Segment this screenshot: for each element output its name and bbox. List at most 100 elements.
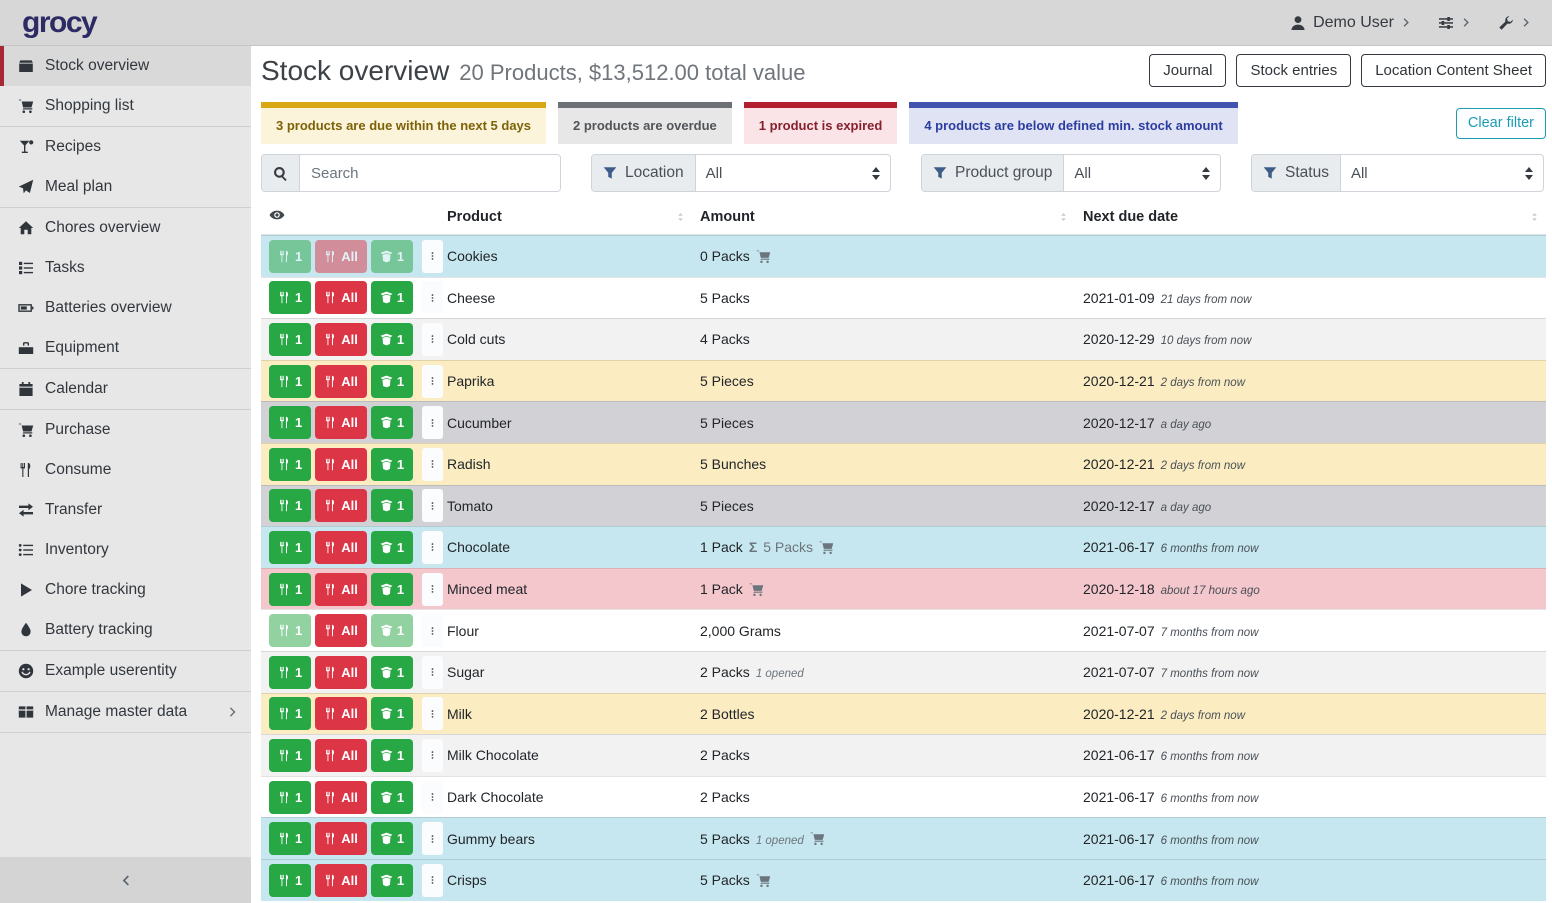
- open-one-button[interactable]: 1: [371, 531, 413, 564]
- app-logo[interactable]: grocy: [22, 6, 96, 40]
- row-menu-button[interactable]: [422, 656, 443, 689]
- row-menu-button[interactable]: [422, 739, 443, 772]
- consume-all-button[interactable]: All: [315, 281, 367, 314]
- consume-all-button[interactable]: All: [315, 781, 367, 814]
- row-menu-button[interactable]: [422, 406, 443, 439]
- sidebar-item-meal-plan[interactable]: Meal plan: [0, 167, 251, 207]
- consume-all-button[interactable]: All: [315, 531, 367, 564]
- row-menu-button[interactable]: [422, 323, 443, 356]
- consume-all-button[interactable]: All: [315, 573, 367, 606]
- consume-all-button[interactable]: All: [315, 489, 367, 522]
- sort-icon[interactable]: [1529, 212, 1540, 223]
- sidebar-item-batteries-overview[interactable]: Batteries overview: [0, 288, 251, 328]
- alert-info[interactable]: 4 products are below defined min. stock …: [909, 102, 1237, 144]
- alert-secondary[interactable]: 2 products are overdue: [558, 102, 732, 144]
- open-one-button[interactable]: 1: [371, 614, 413, 647]
- open-one-button[interactable]: 1: [371, 323, 413, 356]
- open-one-button[interactable]: 1: [371, 781, 413, 814]
- open-one-button[interactable]: 1: [371, 281, 413, 314]
- sidebar-item-purchase[interactable]: Purchase: [0, 410, 251, 450]
- row-menu-button[interactable]: [422, 573, 443, 606]
- row-menu-button[interactable]: [422, 614, 443, 647]
- sidebar-item-stock-overview[interactable]: Stock overview: [0, 46, 251, 86]
- search-input[interactable]: [300, 155, 560, 191]
- sidebar-collapse-button[interactable]: [0, 857, 251, 903]
- open-one-button[interactable]: 1: [371, 573, 413, 606]
- open-one-button[interactable]: 1: [371, 697, 413, 730]
- open-one-button[interactable]: 1: [371, 489, 413, 522]
- sidebar-item-transfer[interactable]: Transfer: [0, 490, 251, 530]
- alert-danger[interactable]: 1 product is expired: [744, 102, 898, 144]
- sidebar-item-inventory[interactable]: Inventory: [0, 530, 251, 570]
- location-select[interactable]: All: [696, 155, 890, 191]
- row-menu-button[interactable]: [422, 822, 443, 855]
- sidebar-item-shopping-list[interactable]: Shopping list: [0, 86, 251, 126]
- eye-icon[interactable]: [269, 207, 285, 223]
- row-menu-button[interactable]: [422, 531, 443, 564]
- sidebar-item-example-userentity[interactable]: Example userentity: [0, 651, 251, 691]
- row-menu-button[interactable]: [422, 240, 443, 273]
- row-menu-button[interactable]: [422, 864, 443, 897]
- consume-all-button[interactable]: All: [315, 323, 367, 356]
- column-header-product[interactable]: Product: [447, 209, 700, 225]
- user-menu[interactable]: Demo User: [1290, 14, 1412, 32]
- open-one-button[interactable]: 1: [371, 365, 413, 398]
- consume-one-button[interactable]: 1: [269, 323, 311, 356]
- consume-one-button[interactable]: 1: [269, 656, 311, 689]
- sidebar-item-consume[interactable]: Consume: [0, 450, 251, 490]
- consume-all-button[interactable]: All: [315, 697, 367, 730]
- consume-one-button[interactable]: 1: [269, 739, 311, 772]
- settings-menu[interactable]: [1438, 15, 1472, 31]
- column-header-due-date[interactable]: Next due date: [1083, 209, 1546, 225]
- consume-all-button[interactable]: All: [315, 240, 367, 273]
- open-one-button[interactable]: 1: [371, 448, 413, 481]
- consume-one-button[interactable]: 1: [269, 864, 311, 897]
- consume-one-button[interactable]: 1: [269, 240, 311, 273]
- consume-one-button[interactable]: 1: [269, 489, 311, 522]
- sort-icon[interactable]: [1058, 212, 1069, 223]
- sidebar-item-equipment[interactable]: Equipment: [0, 328, 251, 368]
- consume-one-button[interactable]: 1: [269, 406, 311, 439]
- row-menu-button[interactable]: [422, 448, 443, 481]
- alert-warning[interactable]: 3 products are due within the next 5 day…: [261, 102, 546, 144]
- row-menu-button[interactable]: [422, 365, 443, 398]
- open-one-button[interactable]: 1: [371, 739, 413, 772]
- consume-all-button[interactable]: All: [315, 739, 367, 772]
- sort-icon[interactable]: [675, 212, 686, 223]
- consume-one-button[interactable]: 1: [269, 697, 311, 730]
- clear-filter-button[interactable]: Clear filter: [1456, 108, 1546, 139]
- consume-one-button[interactable]: 1: [269, 281, 311, 314]
- admin-menu[interactable]: [1498, 15, 1532, 31]
- consume-all-button[interactable]: All: [315, 614, 367, 647]
- sidebar-item-recipes[interactable]: Recipes: [0, 127, 251, 167]
- sidebar-item-battery-tracking[interactable]: Battery tracking: [0, 610, 251, 650]
- sidebar-item-tasks[interactable]: Tasks: [0, 248, 251, 288]
- stock-entries-button[interactable]: Stock entries: [1236, 54, 1351, 87]
- open-one-button[interactable]: 1: [371, 656, 413, 689]
- consume-all-button[interactable]: All: [315, 822, 367, 855]
- open-one-button[interactable]: 1: [371, 240, 413, 273]
- consume-one-button[interactable]: 1: [269, 781, 311, 814]
- sidebar-item-manage-master-data[interactable]: Manage master data: [0, 692, 251, 732]
- location-content-sheet-button[interactable]: Location Content Sheet: [1361, 54, 1546, 87]
- consume-all-button[interactable]: All: [315, 365, 367, 398]
- consume-all-button[interactable]: All: [315, 656, 367, 689]
- row-menu-button[interactable]: [422, 781, 443, 814]
- row-menu-button[interactable]: [422, 697, 443, 730]
- consume-one-button[interactable]: 1: [269, 365, 311, 398]
- sidebar-item-chores-overview[interactable]: Chores overview: [0, 208, 251, 248]
- open-one-button[interactable]: 1: [371, 822, 413, 855]
- column-header-amount[interactable]: Amount: [700, 209, 1083, 225]
- product-group-select[interactable]: All: [1064, 155, 1220, 191]
- consume-one-button[interactable]: 1: [269, 614, 311, 647]
- consume-one-button[interactable]: 1: [269, 822, 311, 855]
- open-one-button[interactable]: 1: [371, 864, 413, 897]
- status-select[interactable]: All: [1341, 155, 1543, 191]
- consume-all-button[interactable]: All: [315, 864, 367, 897]
- sidebar-item-chore-tracking[interactable]: Chore tracking: [0, 570, 251, 610]
- consume-all-button[interactable]: All: [315, 406, 367, 439]
- row-menu-button[interactable]: [422, 489, 443, 522]
- sidebar-item-calendar[interactable]: Calendar: [0, 369, 251, 409]
- consume-all-button[interactable]: All: [315, 448, 367, 481]
- consume-one-button[interactable]: 1: [269, 448, 311, 481]
